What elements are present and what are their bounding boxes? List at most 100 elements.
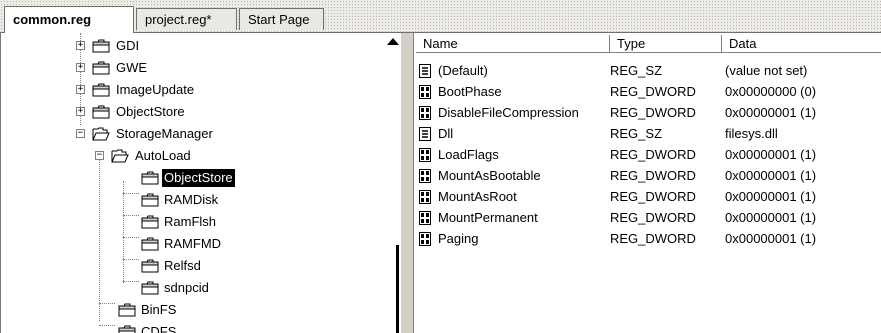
value-type: REG_DWORD [610, 189, 696, 204]
tree-item-label: BinFS [141, 302, 177, 317]
scroll-up-arrow-icon[interactable] [387, 38, 399, 45]
value-name: LoadFlags [438, 147, 499, 162]
value-name: DisableFileCompression [438, 105, 579, 120]
value-name: MountAsBootable [438, 168, 541, 183]
tree-item-label: ImageUpdate [116, 82, 195, 97]
expand-plus-icon[interactable]: + [76, 107, 85, 116]
tree-item-gdi[interactable]: + GDI [1, 35, 381, 57]
tree-item-gwe[interactable]: + GWE [1, 57, 381, 79]
document-tab-strip: common.reg project.reg* Start Page [0, 0, 881, 33]
tree-item-storagemanager[interactable]: − StorageManager [1, 123, 381, 145]
value-row[interactable]: DisableFileCompression REG_DWORD 0x00000… [414, 103, 881, 123]
registry-values-list[interactable]: Name Type Data (Default) REG_SZ (value n… [414, 33, 881, 333]
value-type: REG_DWORD [610, 210, 696, 225]
tree-item-label: Relfsd [164, 258, 201, 273]
value-name: MountAsRoot [438, 189, 517, 204]
binary-value-icon [419, 190, 431, 204]
list-header: Name Type Data [414, 33, 881, 55]
value-data: 0x00000001 (1) [725, 147, 817, 162]
value-name: Paging [438, 231, 479, 246]
value-data: 0x00000001 (1) [725, 105, 817, 120]
tree-item-label-selected: ObjectStore [161, 168, 236, 188]
value-row[interactable]: (Default) REG_SZ (value not set) [414, 61, 881, 81]
value-type: REG_DWORD [610, 84, 696, 99]
tree-item-autoload-objectstore[interactable]: ObjectStore [1, 167, 381, 189]
column-header-type[interactable]: Type [610, 35, 722, 53]
binary-value-icon [419, 211, 431, 225]
folder-closed-icon [118, 303, 136, 317]
collapse-minus-icon[interactable]: − [95, 151, 104, 160]
collapse-minus-icon[interactable]: − [76, 129, 85, 138]
value-type: REG_DWORD [610, 147, 696, 162]
tree-item-label: CDFS [141, 324, 177, 333]
binary-value-icon [419, 169, 431, 183]
tree-item-binfs[interactable]: BinFS [1, 299, 381, 321]
value-data: 0x00000001 (1) [725, 168, 817, 183]
tab-common-reg[interactable]: common.reg [4, 6, 134, 33]
value-data: 0x00000001 (1) [725, 189, 817, 204]
tree-item-objectstore[interactable]: + ObjectStore [1, 101, 381, 123]
folder-closed-icon [141, 237, 159, 251]
folder-closed-icon [141, 281, 159, 295]
expand-plus-icon[interactable]: + [76, 41, 85, 50]
value-row[interactable]: MountAsRoot REG_DWORD 0x00000001 (1) [414, 187, 881, 207]
tree-item-autoload[interactable]: − AutoLoad [1, 145, 381, 167]
value-row[interactable]: Paging REG_DWORD 0x00000001 (1) [414, 229, 881, 249]
folder-closed-icon [118, 325, 136, 333]
tree-item-label: RamFlsh [164, 214, 217, 229]
value-row[interactable]: LoadFlags REG_DWORD 0x00000001 (1) [414, 145, 881, 165]
value-data: 0x00000001 (1) [725, 231, 817, 246]
expand-plus-icon[interactable]: + [76, 63, 85, 72]
string-value-icon [419, 127, 431, 141]
folder-closed-icon [92, 39, 110, 53]
folder-closed-icon [92, 83, 110, 97]
value-data: filesys.dll [725, 126, 778, 141]
value-data: (value not set) [725, 63, 808, 78]
tree-item-sdnpcid[interactable]: sdnpcid [1, 277, 381, 299]
value-data: 0x00000001 (1) [725, 210, 817, 225]
tree-item-label: GWE [116, 60, 148, 75]
registry-key-tree[interactable]: + GDI + GWE + ImageUpdate + ObjectStore … [0, 33, 401, 333]
binary-value-icon [419, 232, 431, 246]
value-name: (Default) [438, 63, 488, 78]
folder-closed-icon [141, 171, 159, 185]
value-row[interactable]: MountPermanent REG_DWORD 0x00000001 (1) [414, 208, 881, 228]
tree-item-label: RAMDisk [164, 192, 219, 207]
value-row[interactable]: BootPhase REG_DWORD 0x00000000 (0) [414, 82, 881, 102]
value-data: 0x00000000 (0) [725, 84, 817, 99]
binary-value-icon [419, 85, 431, 99]
value-name: Dll [438, 126, 454, 141]
tree-scroll-thumb[interactable] [396, 245, 399, 333]
folder-closed-icon [141, 193, 159, 207]
value-name: BootPhase [438, 84, 502, 99]
value-type: REG_DWORD [610, 105, 696, 120]
column-header-name[interactable]: Name [416, 35, 610, 53]
value-row[interactable]: MountAsBootable REG_DWORD 0x00000001 (1) [414, 166, 881, 186]
tab-start-page[interactable]: Start Page [239, 8, 324, 30]
value-row[interactable]: Dll REG_SZ filesys.dll [414, 124, 881, 144]
folder-closed-icon [141, 215, 159, 229]
value-type: REG_SZ [610, 126, 663, 141]
expand-plus-icon[interactable]: + [76, 85, 85, 94]
tree-item-label: ObjectStore [116, 104, 185, 119]
column-header-data[interactable]: Data [722, 35, 881, 53]
folder-closed-icon [141, 259, 159, 273]
tree-item-label: sdnpcid [164, 280, 209, 295]
string-value-icon [419, 64, 431, 78]
binary-value-icon [419, 148, 431, 162]
value-type: REG_DWORD [610, 231, 696, 246]
folder-closed-icon [92, 61, 110, 75]
folder-open-icon [111, 149, 129, 163]
tab-project-reg[interactable]: project.reg* [136, 8, 237, 30]
tree-item-cdfs[interactable]: CDFS [1, 321, 381, 333]
tree-item-ramflsh[interactable]: RamFlsh [1, 211, 381, 233]
tree-item-ramfmd[interactable]: RAMFMD [1, 233, 381, 255]
tree-item-relfsd[interactable]: Relfsd [1, 255, 381, 277]
tree-item-label: RAMFMD [164, 236, 222, 251]
tree-item-label: StorageManager [116, 126, 213, 141]
value-type: REG_SZ [610, 63, 663, 78]
tree-item-imageupdate[interactable]: + ImageUpdate [1, 79, 381, 101]
tree-item-ramdisk[interactable]: RAMDisk [1, 189, 381, 211]
folder-open-icon [92, 127, 110, 141]
pane-splitter[interactable] [400, 33, 414, 333]
